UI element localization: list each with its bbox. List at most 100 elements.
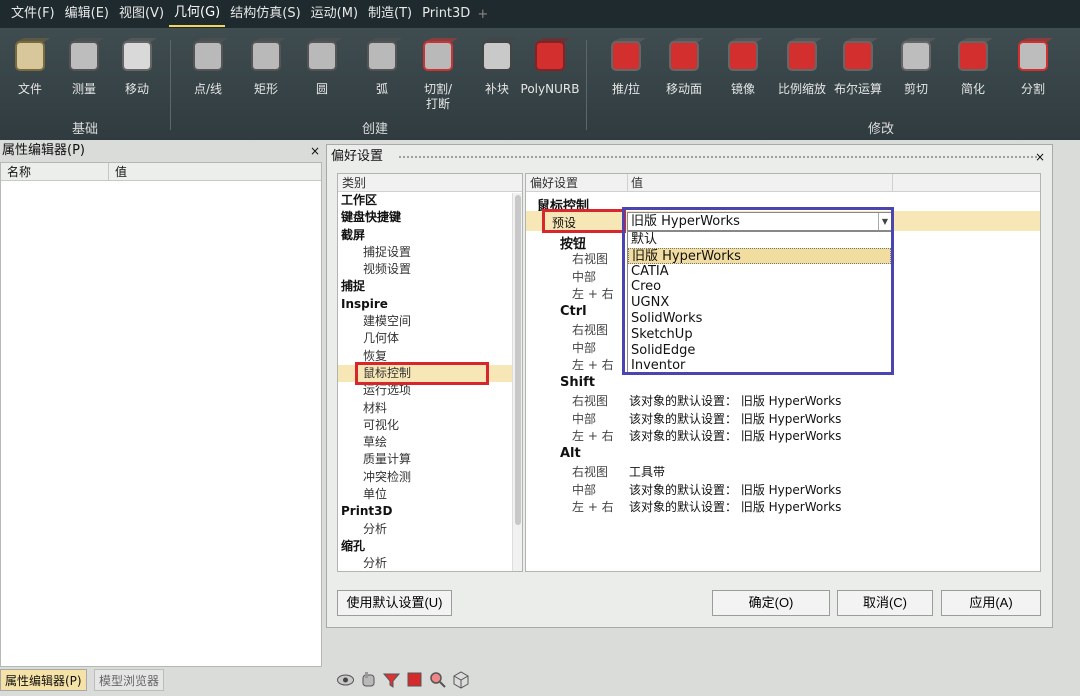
mouse-action-value[interactable]: 该对象的默认设置： 旧版 HyperWorks — [629, 427, 841, 444]
eye-icon[interactable] — [336, 670, 355, 689]
bottom-tab-bar: 属性编辑器(P) 模型浏览器 — [0, 668, 330, 696]
dialog-title-bar: 偏好设置 × — [331, 147, 1047, 167]
tool-split-button[interactable]: 分割 — [1003, 36, 1063, 97]
filter-icon[interactable] — [382, 670, 401, 689]
category-item[interactable]: Inspire — [338, 296, 522, 313]
tool-patch-button[interactable]: 补块 — [467, 36, 527, 97]
tool-polynurb-button[interactable]: PolyNURB — [520, 36, 580, 97]
tool-rectangle-button[interactable]: 矩形 — [236, 36, 296, 97]
category-item[interactable]: 键盘快捷键 — [338, 209, 522, 226]
category-item[interactable]: 截屏 — [338, 227, 522, 244]
tool-boolean-button[interactable]: 布尔运算 — [828, 36, 888, 97]
mouse-action-value[interactable]: 该对象的默认设置： 旧版 HyperWorks — [629, 392, 841, 409]
category-item[interactable]: 可视化 — [338, 417, 522, 434]
category-item[interactable]: 几何体 — [338, 330, 522, 347]
category-item[interactable]: 单位 — [338, 486, 522, 503]
simplify-icon — [953, 36, 993, 76]
tool-move-button[interactable]: 移动 — [107, 36, 167, 97]
tool-label: 文件 — [17, 82, 42, 96]
tool-cut-break-button[interactable]: 切割/打断 — [408, 36, 468, 112]
menu-item-5[interactable]: 运动(M) — [306, 0, 363, 28]
highlight-box-dropdown — [622, 207, 894, 375]
category-item[interactable]: 缩孔 — [338, 538, 522, 555]
menu-item-0[interactable]: 文件(F) — [6, 0, 60, 28]
mouse-button-label: 左 + 右 — [572, 500, 614, 514]
red-box-icon[interactable] — [405, 670, 424, 689]
tool-mirror-button[interactable]: 镜像 — [713, 36, 773, 97]
mouse-action-value[interactable]: 该对象的默认设置： 旧版 HyperWorks — [629, 481, 841, 498]
mirror-icon — [723, 36, 763, 76]
mouse-button-label: 左 + 右 — [572, 358, 614, 372]
menu-item-1[interactable]: 编辑(E) — [60, 0, 114, 28]
scale-icon — [782, 36, 822, 76]
column-value-header: 值 — [115, 165, 128, 179]
category-item[interactable]: 材料 — [338, 400, 522, 417]
tool-label: 弧 — [375, 82, 388, 96]
menu-item-2[interactable]: 视图(V) — [114, 0, 169, 28]
category-item[interactable]: 质量计算 — [338, 451, 522, 468]
category-item[interactable]: 分析 — [338, 521, 522, 538]
apply-button[interactable]: 应用(A) — [941, 590, 1041, 616]
modifier-group-title: Shift — [560, 375, 595, 390]
category-item[interactable]: 视频设置 — [338, 261, 522, 278]
category-scrollbar[interactable] — [512, 193, 522, 571]
add-tab-icon[interactable]: + — [475, 7, 488, 22]
tool-scale-button[interactable]: 比例缩放 — [772, 36, 832, 97]
tool-circle-button[interactable]: 圆 — [292, 36, 352, 97]
mouse-button-label: 左 + 右 — [572, 287, 614, 301]
category-item[interactable]: 分析 — [338, 555, 522, 571]
tool-trim-button[interactable]: 剪切 — [886, 36, 946, 97]
cancel-button[interactable]: 取消(C) — [837, 590, 933, 616]
settings-value-header: 值 — [631, 176, 644, 190]
menu-item-4[interactable]: 结构仿真(S) — [225, 0, 305, 28]
category-item[interactable]: Print3D — [338, 503, 522, 520]
arc-icon — [362, 36, 402, 76]
tool-label: 简化 — [960, 82, 985, 96]
tool-push-pull-button[interactable]: 推/拉 — [596, 36, 656, 97]
ok-button[interactable]: 确定(O) — [712, 590, 830, 616]
mouse-button-label: 中部 — [572, 269, 597, 284]
ribbon-group-label: 创建 — [362, 122, 389, 137]
tool-point-line-button[interactable]: 点/线 — [178, 36, 238, 97]
tool-measure-button[interactable]: 测量 — [54, 36, 114, 97]
category-item[interactable]: 工作区 — [338, 192, 522, 209]
category-item[interactable]: 冲突检测 — [338, 469, 522, 486]
push-pull-icon — [606, 36, 646, 76]
mouse-action-value[interactable]: 该对象的默认设置： 旧版 HyperWorks — [629, 498, 841, 515]
category-item[interactable]: 捕捉 — [338, 278, 522, 295]
tool-move-face-button[interactable]: 移动面 — [654, 36, 714, 97]
category-item[interactable]: 捕捉设置 — [338, 244, 522, 261]
use-defaults-button[interactable]: 使用默认设置(U) — [337, 590, 452, 616]
category-item[interactable]: 草绘 — [338, 434, 522, 451]
tab-property-editor[interactable]: 属性编辑器(P) — [0, 669, 87, 691]
status-icons — [336, 670, 470, 690]
ribbon-group-divider — [586, 40, 587, 130]
tab-model-browser[interactable]: 模型浏览器 — [94, 669, 165, 691]
mouse-button-label: 右视图 — [572, 465, 609, 479]
property-editor-title-bar: 属性编辑器(P) × — [0, 140, 324, 162]
close-icon[interactable]: × — [310, 140, 320, 162]
rectangle-icon — [246, 36, 286, 76]
menu-item-6[interactable]: 制造(T) — [363, 0, 417, 28]
scrollbar-thumb[interactable] — [515, 195, 521, 525]
view-cube-icon[interactable] — [451, 670, 470, 689]
move-icon — [117, 36, 157, 76]
menu-item-7[interactable]: Print3D — [417, 0, 475, 28]
close-icon[interactable]: × — [1035, 147, 1045, 167]
ribbon-group-divider — [170, 40, 171, 130]
category-item[interactable]: 建模空间 — [338, 313, 522, 330]
hand-icon[interactable] — [359, 670, 378, 689]
tool-label: 比例缩放 — [777, 82, 826, 96]
zoom-icon[interactable] — [428, 670, 447, 689]
tool-file-button[interactable]: 文件 — [0, 36, 60, 97]
title-drag-handle[interactable] — [399, 156, 1041, 160]
tool-label: 推/拉 — [611, 82, 641, 96]
modifier-group-title: Alt — [560, 446, 581, 461]
modifier-group-title: Ctrl — [560, 304, 587, 319]
tool-simplify-button[interactable]: 简化 — [943, 36, 1003, 97]
mouse-action-value[interactable]: 工具带 — [629, 463, 665, 480]
menu-item-3[interactable]: 几何(G) — [169, 1, 226, 27]
tool-label: 分割 — [1020, 82, 1045, 96]
tool-arc-button[interactable]: 弧 — [352, 36, 412, 97]
mouse-action-value[interactable]: 该对象的默认设置： 旧版 HyperWorks — [629, 410, 841, 427]
